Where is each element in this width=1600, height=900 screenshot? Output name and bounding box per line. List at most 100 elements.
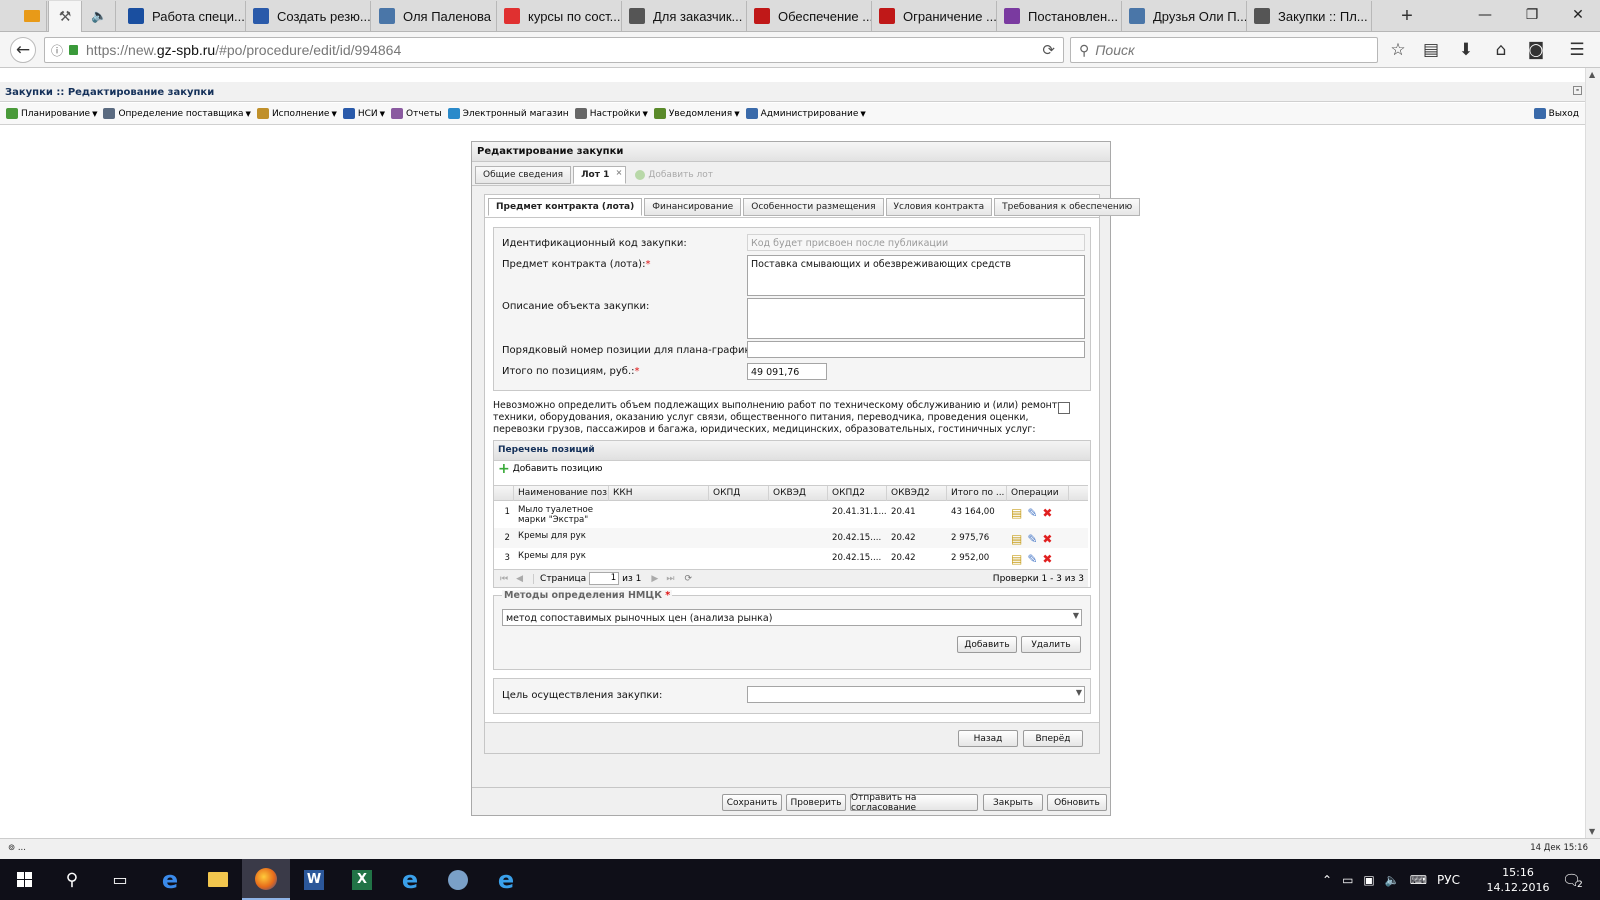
check-button[interactable]: Проверить: [786, 794, 846, 811]
refresh-icon[interactable]: ⟳: [684, 574, 692, 584]
logout-link[interactable]: Выход: [1533, 108, 1579, 119]
refresh-button[interactable]: Обновить: [1047, 794, 1107, 811]
tray-chevron-icon[interactable]: ⌃: [1322, 873, 1332, 887]
col-total[interactable]: Итого по ...: [947, 486, 1007, 501]
tab-lot-1[interactable]: Лот 1 ×: [573, 166, 627, 184]
search-input[interactable]: ⚲ Поиск: [1070, 37, 1378, 63]
browser-tab[interactable]: Закупки :: Пл...: [1248, 1, 1372, 31]
save-button[interactable]: Сохранить: [722, 794, 782, 811]
purpose-select[interactable]: ▼: [747, 686, 1085, 703]
hamburger-menu-icon[interactable]: ☰: [1565, 38, 1589, 62]
network-icon[interactable]: ▣: [1363, 873, 1374, 887]
col-okpd[interactable]: ОКПД: [709, 486, 769, 501]
delete-icon[interactable]: ✖: [1042, 552, 1052, 566]
edit-pencil-icon[interactable]: ✎: [1027, 552, 1037, 566]
col-operations[interactable]: Операции: [1007, 486, 1069, 501]
menu-item[interactable]: Электронный магазин: [447, 108, 569, 119]
file-explorer-icon[interactable]: [194, 859, 242, 900]
close-tab-icon[interactable]: ×: [616, 168, 623, 177]
volume-notice-checkbox[interactable]: [1058, 402, 1070, 414]
restore-icon[interactable]: ❐: [1510, 0, 1554, 30]
word-icon[interactable]: W: [290, 859, 338, 900]
tab-financing[interactable]: Финансирование: [644, 198, 742, 216]
reload-icon[interactable]: ⟳: [1042, 41, 1055, 59]
edit-pencil-icon[interactable]: ✎: [1027, 506, 1037, 520]
bookmark-star-icon[interactable]: ☆: [1386, 38, 1410, 62]
menu-item[interactable]: НСИ ▼: [342, 108, 385, 119]
keyboard-icon[interactable]: ⌨: [1410, 873, 1427, 887]
description-textarea[interactable]: [747, 298, 1085, 339]
page-scrollbar[interactable]: ▲ ▼: [1585, 68, 1600, 838]
browser-tab[interactable]: Обеспечение ...: [748, 1, 872, 31]
new-tab-button[interactable]: +: [1392, 1, 1422, 31]
pinned-tab-active[interactable]: ⚒: [48, 1, 82, 32]
collapse-icon[interactable]: -: [1573, 86, 1582, 95]
first-page-icon[interactable]: ⏮: [500, 574, 508, 584]
plan-position-field[interactable]: [747, 341, 1085, 358]
dropdown-arrow-icon[interactable]: ▼: [1073, 611, 1079, 620]
search-icon[interactable]: ⚲: [48, 859, 96, 900]
notifications-icon[interactable]: 🗨 2: [1562, 859, 1583, 900]
edit-pencil-icon[interactable]: ✎: [1027, 532, 1037, 546]
tab-general-info[interactable]: Общие сведения: [475, 166, 572, 184]
menu-item[interactable]: Отчеты: [391, 108, 442, 119]
tab-security-requirements[interactable]: Требования к обеспечению: [994, 198, 1141, 216]
edge-icon[interactable]: e: [146, 859, 194, 900]
browser-tab[interactable]: Создать резю...: [247, 1, 371, 31]
tab-contract-terms[interactable]: Условия контракта: [885, 198, 993, 216]
language-indicator[interactable]: РУС: [1437, 873, 1460, 887]
excel-icon[interactable]: X: [338, 859, 386, 900]
col-kkn[interactable]: ККН: [609, 486, 709, 501]
browser-tab[interactable]: Ограничение ...: [873, 1, 997, 31]
add-position-button[interactable]: + Добавить позицию: [498, 462, 602, 476]
menu-item[interactable]: Администрирование ▼: [745, 108, 866, 119]
reading-list-icon[interactable]: ▤: [1419, 38, 1443, 62]
clock[interactable]: 15:16 14.12.2016: [1487, 859, 1550, 900]
internet-explorer-icon[interactable]: e: [386, 859, 434, 900]
volume-icon[interactable]: 🔈: [1385, 873, 1400, 887]
col-okved[interactable]: ОКВЭД: [769, 486, 828, 501]
back-button[interactable]: Назад: [958, 730, 1018, 747]
col-okved2[interactable]: ОКВЭД2: [887, 486, 947, 501]
close-icon[interactable]: ✕: [1556, 0, 1600, 30]
menu-item[interactable]: Планирование ▼: [6, 108, 97, 119]
add-lot-button[interactable]: Добавить лот: [628, 166, 720, 184]
dropdown-arrow-icon[interactable]: ▼: [1076, 688, 1082, 697]
delete-icon[interactable]: ✖: [1042, 532, 1052, 546]
browser-tab[interactable]: Друзья Оли П...: [1123, 1, 1247, 31]
methods-select[interactable]: метод сопоставимых рыночных цен (анализа…: [502, 609, 1082, 626]
pinned-tab-mail[interactable]: [17, 1, 47, 31]
windows-start-icon[interactable]: [0, 859, 48, 900]
browser-tab[interactable]: курсы по сост...: [498, 1, 622, 31]
remove-method-button[interactable]: Удалить: [1021, 636, 1081, 653]
total-field[interactable]: 49 091,76: [747, 363, 827, 380]
pinned-tab-audio[interactable]: 🔈: [84, 1, 116, 31]
last-page-icon[interactable]: ⏭: [666, 574, 674, 584]
menu-item[interactable]: Исполнение ▼: [256, 108, 337, 119]
browser-tab[interactable]: Оля Паленова: [373, 1, 497, 31]
browser-tab[interactable]: Для заказчик...: [623, 1, 747, 31]
page-input[interactable]: 1: [589, 572, 620, 585]
forward-button[interactable]: Вперёд: [1023, 730, 1083, 747]
add-method-button[interactable]: Добавить: [957, 636, 1017, 653]
send-approval-button[interactable]: Отправить на согласование: [850, 793, 978, 813]
close-button[interactable]: Закрыть: [983, 794, 1043, 811]
table-row[interactable]: 2 Кремы для рук 20.42.15.... 20.42 2 975,76 ▤…: [494, 528, 1088, 548]
home-icon[interactable]: ⌂: [1489, 38, 1513, 62]
col-okpd2[interactable]: ОКПД2: [828, 486, 887, 501]
url-bar[interactable]: ⓘ https://new. gz-spb.ru/#po/procedure/ed…: [44, 37, 1064, 63]
minimize-icon[interactable]: —: [1463, 0, 1507, 30]
task-view-icon[interactable]: ▭: [96, 859, 144, 900]
tab-placement-features[interactable]: Особенности размещения: [743, 198, 884, 216]
internet-explorer-icon-2[interactable]: e: [482, 859, 530, 900]
menu-item[interactable]: Определение поставщика ▼: [103, 108, 251, 119]
menu-item[interactable]: Уведомления ▼: [653, 108, 740, 119]
next-page-icon[interactable]: ▶: [651, 574, 658, 584]
back-arrow-icon[interactable]: ←: [10, 37, 36, 63]
download-icon[interactable]: ⬇: [1454, 38, 1478, 62]
pocket-icon[interactable]: ◙: [1524, 38, 1548, 62]
menu-item[interactable]: Настройки ▼: [574, 108, 648, 119]
col-name[interactable]: Наименование поз...: [514, 486, 609, 501]
app-launcher-icon[interactable]: [434, 859, 482, 900]
tab-contract-subject[interactable]: Предмет контракта (лота): [488, 198, 643, 216]
